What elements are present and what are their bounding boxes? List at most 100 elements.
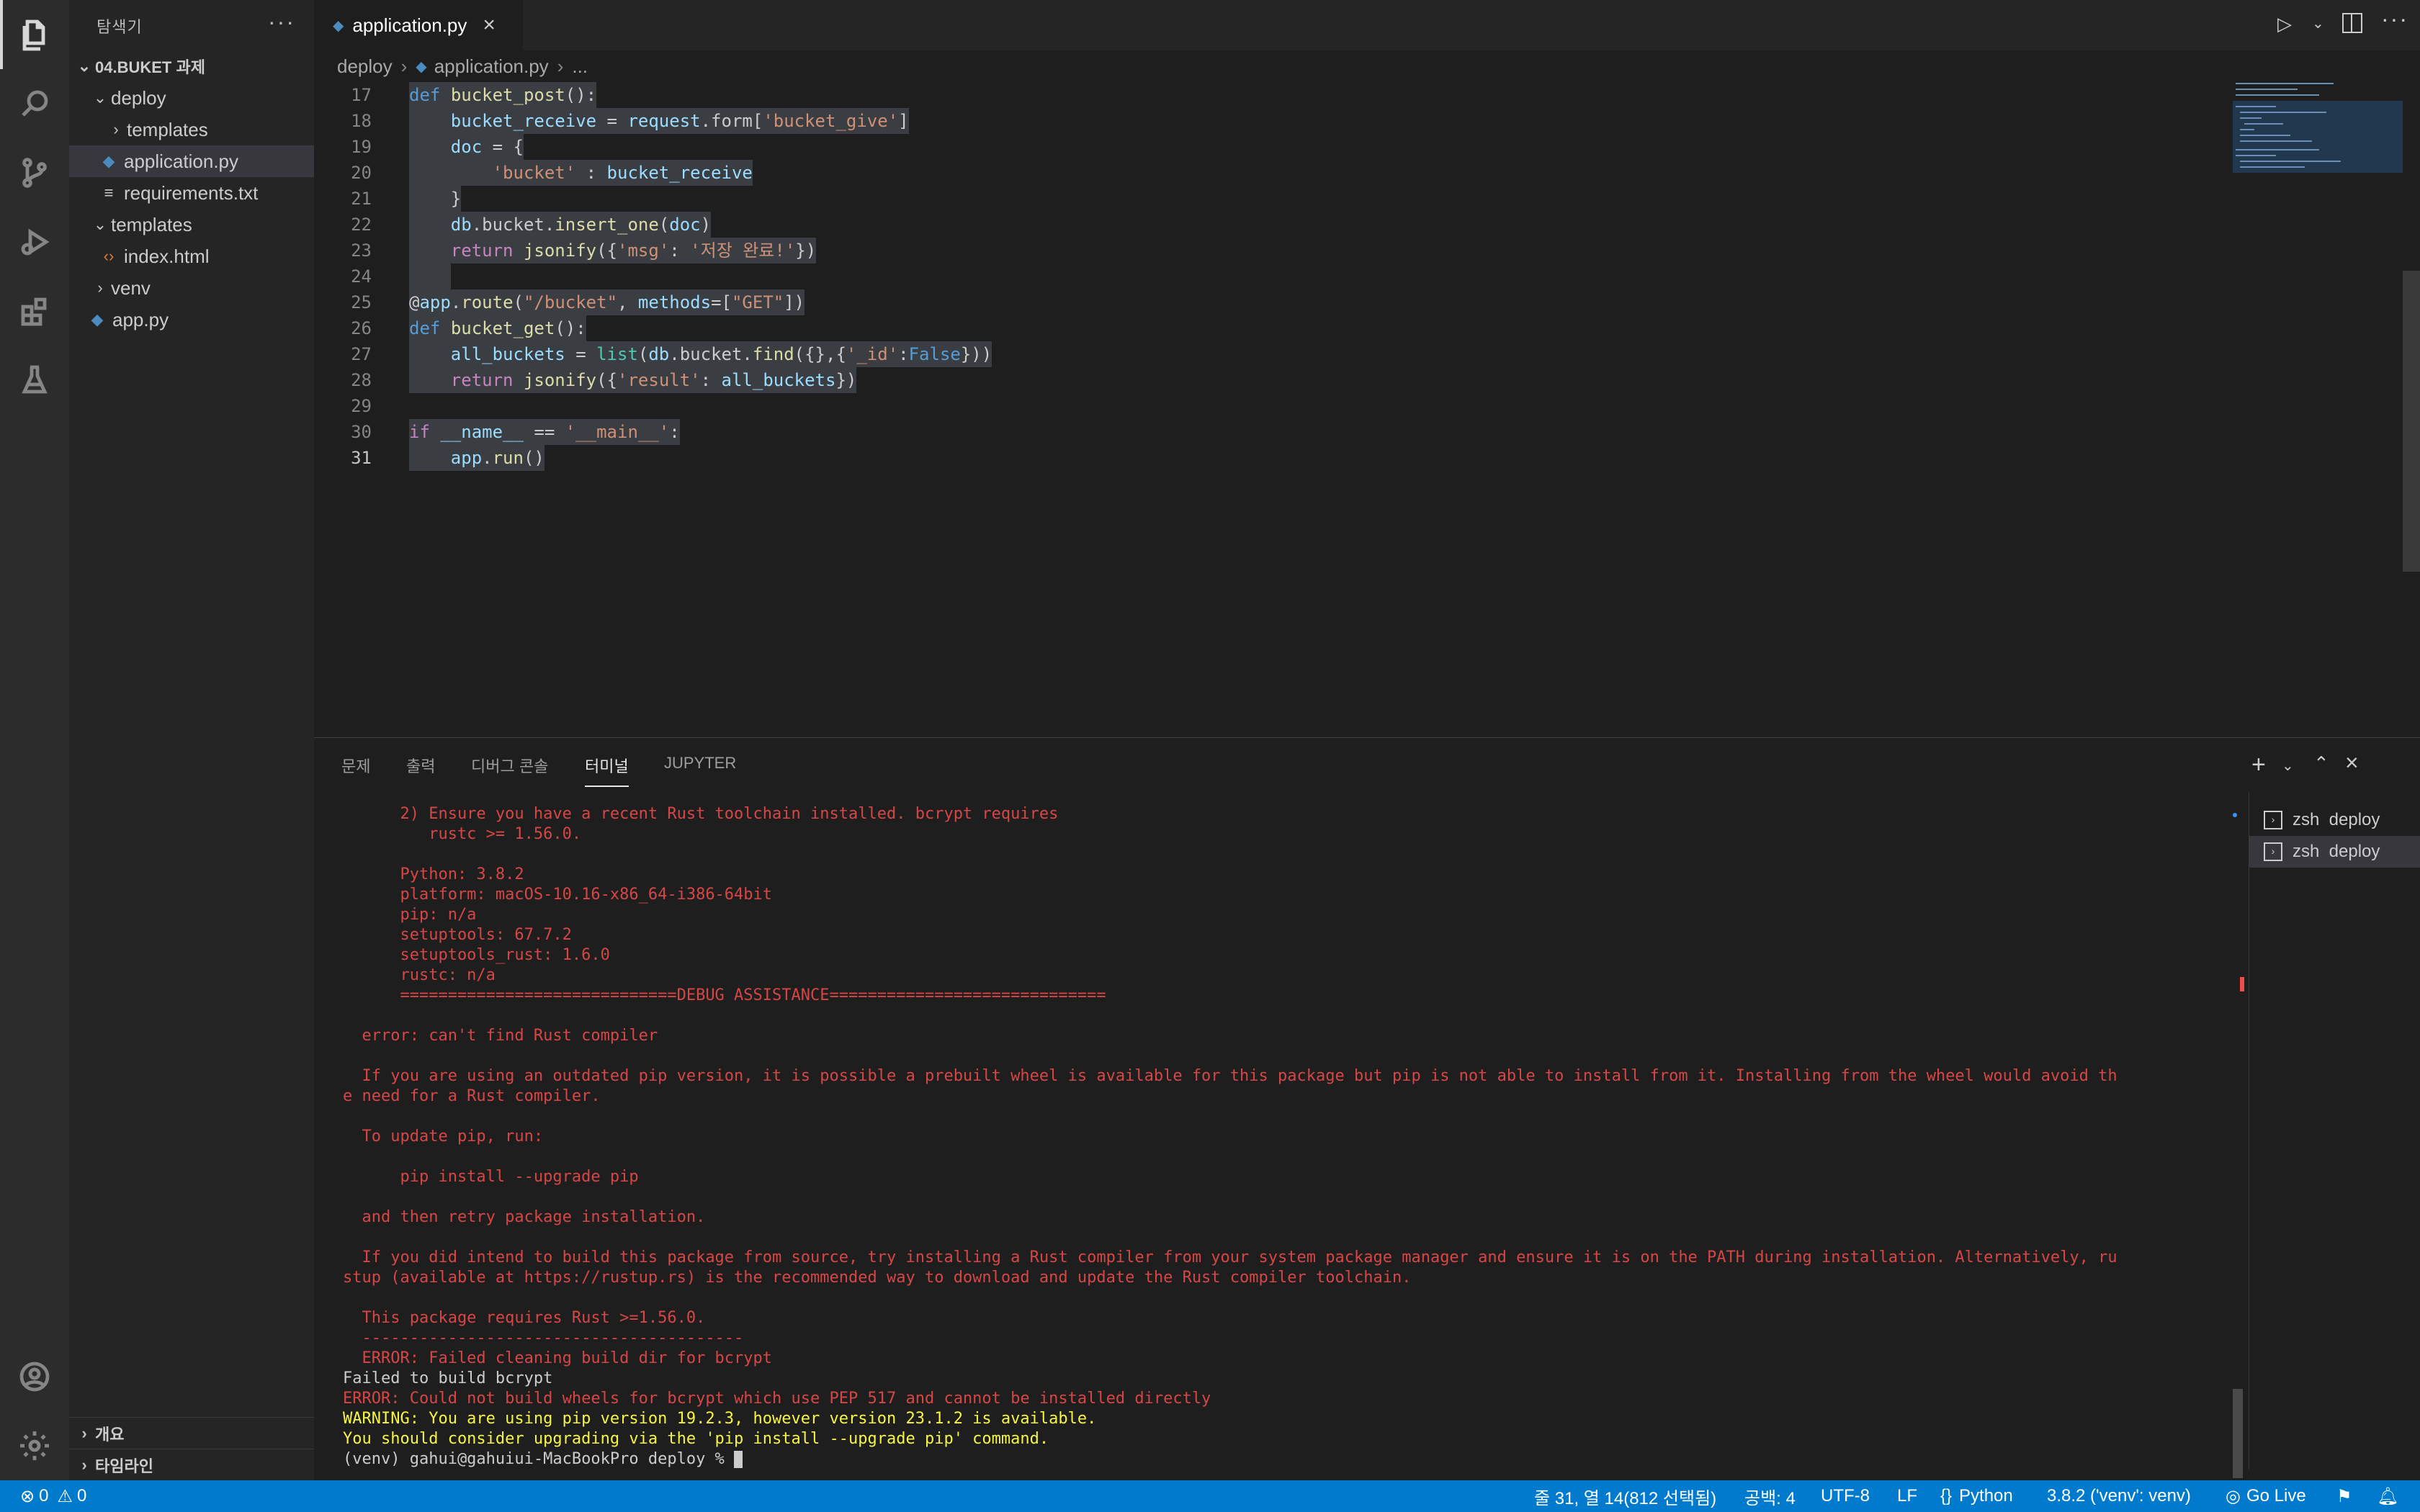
terminal-line: ERROR: Failed cleaning build dir for bcr… xyxy=(343,1349,773,1367)
minimap[interactable] xyxy=(2233,79,2403,173)
account-icon[interactable] xyxy=(0,1342,69,1411)
code-line[interactable]: 29 xyxy=(314,393,2230,419)
problems-status[interactable]: ⊗ 0 ⚠ 0 xyxy=(20,1480,86,1512)
tab-output[interactable]: 출력 xyxy=(406,754,435,786)
line-number: 20 xyxy=(351,163,372,183)
chevron-right-icon: › xyxy=(81,1456,87,1474)
code-text: db.bucket.insert_one(doc) xyxy=(409,212,712,238)
tree-item-templates-deploy[interactable]: › templates xyxy=(69,114,314,145)
breadcrumb-folder[interactable]: deploy xyxy=(337,55,393,78)
code-line[interactable]: 28 return jsonify({'result': all_buckets… xyxy=(314,367,2230,393)
breadcrumb-symbol[interactable]: ... xyxy=(572,55,588,78)
cursor-position[interactable]: 줄 31, 열 14(812 선택됨) xyxy=(1534,1480,1716,1512)
tree-item-venv[interactable]: › venv xyxy=(69,272,314,304)
tree-item-label: deploy xyxy=(111,86,166,109)
notifications-bell-icon[interactable]: 🔔︎ xyxy=(2377,1480,2398,1512)
python-file-icon: ◆ xyxy=(91,310,104,328)
code-line[interactable]: 24 xyxy=(314,264,2230,289)
terminal-line: This package requires Rust >=1.56.0. xyxy=(343,1309,706,1327)
tree-item-deploy[interactable]: ⌄ deploy xyxy=(69,82,314,114)
tree-item-index-html[interactable]: ‹› index.html xyxy=(69,240,314,272)
terminal-item[interactable]: › zsh deploy xyxy=(2249,804,2420,836)
breadcrumb-file[interactable]: application.py xyxy=(434,55,549,78)
terminal-line: pip install --upgrade pip xyxy=(343,1168,639,1186)
feedback-icon[interactable]: ⚑ xyxy=(2336,1480,2352,1512)
line-number: 17 xyxy=(351,85,372,105)
tree-item-label: requirements.txt xyxy=(124,181,259,204)
go-live-button[interactable]: ◎ Go Live xyxy=(2226,1480,2306,1512)
code-text: return jsonify({'result': all_buckets}) xyxy=(409,367,857,393)
chevron-right-icon: › xyxy=(400,55,408,77)
source-control-icon[interactable] xyxy=(0,138,69,207)
tab-terminal[interactable]: 터미널 xyxy=(585,754,629,787)
more-actions-icon[interactable]: ··· xyxy=(2381,6,2408,32)
code-line[interactable]: 18 bucket_receive = request.form['bucket… xyxy=(314,108,2230,134)
outline-section[interactable]: › 개요 xyxy=(69,1417,314,1449)
tab-application-py[interactable]: ◆ application.py × xyxy=(314,0,523,50)
terminal-list: › zsh deploy › zsh deploy xyxy=(2249,793,2420,1470)
indentation[interactable]: 공백: 4 xyxy=(1744,1480,1796,1512)
terminal-dropdown-chevron-icon[interactable]: ⌄ xyxy=(2282,757,2294,775)
code-line[interactable]: 17 def bucket_post(): xyxy=(314,82,2230,108)
code-text: def bucket_get(): xyxy=(409,315,586,341)
activity-bar xyxy=(0,0,69,1480)
line-ending[interactable]: LF xyxy=(1897,1480,1917,1512)
tree-item-templates[interactable]: ⌄ templates xyxy=(69,209,314,240)
terminal-line: WARNING: You are using pip version 19.2.… xyxy=(343,1410,1097,1428)
editor-scrollbar[interactable] xyxy=(2403,271,2420,572)
line-number: 27 xyxy=(351,344,372,364)
code-line[interactable]: 21 } xyxy=(314,186,2230,212)
explorer-icon[interactable] xyxy=(0,0,69,69)
maximize-panel-chevron-up-icon[interactable]: ⌃ xyxy=(2313,752,2329,775)
python-interpreter[interactable]: 3.8.2 ('venv': venv) xyxy=(2047,1480,2191,1512)
settings-gear-icon[interactable] xyxy=(0,1411,69,1480)
code-line[interactable]: 23 return jsonify({'msg': '저장 완료!'}) xyxy=(314,238,2230,264)
testing-icon[interactable] xyxy=(0,346,69,415)
workspace-root[interactable]: ⌄ 04.BUKET 과제 xyxy=(69,50,314,82)
run-dropdown-chevron-icon[interactable]: ⌄ xyxy=(2312,14,2324,32)
new-terminal-plus-icon[interactable]: + xyxy=(2251,751,2266,779)
code-line[interactable]: 19 doc = { xyxy=(314,134,2230,160)
timeline-section[interactable]: › 타임라인 xyxy=(69,1449,314,1481)
code-line[interactable]: 25 @app.route("/bucket", methods=["GET"]) xyxy=(314,289,2230,315)
split-editor-icon[interactable] xyxy=(2342,13,2362,33)
extensions-icon[interactable] xyxy=(0,276,69,346)
tab-problems[interactable]: 문제 xyxy=(341,754,370,786)
line-number: 19 xyxy=(351,137,372,157)
terminal-scrollbar[interactable] xyxy=(2233,1389,2243,1478)
tree-item-application-py[interactable]: ◆ application.py xyxy=(69,145,314,177)
tree-item-requirements[interactable]: ≡ requirements.txt xyxy=(69,177,314,209)
code-line[interactable]: 31 app.run() xyxy=(314,445,2230,471)
tree-item-app-py[interactable]: ◆ app.py xyxy=(69,304,314,336)
terminal-prompt[interactable]: (venv) gahui@gahuiui-MacBookPro deploy % xyxy=(343,1449,2244,1470)
code-line[interactable]: 26 def bucket_get(): xyxy=(314,315,2230,341)
code-line[interactable]: 22 db.bucket.insert_one(doc) xyxy=(314,212,2230,238)
run-python-file-icon[interactable]: ▷ xyxy=(2277,13,2292,35)
terminal-line: Python: 3.8.2 xyxy=(343,865,524,883)
run-debug-icon[interactable] xyxy=(0,207,69,276)
terminal-line: setuptools: 67.7.2 xyxy=(343,926,572,944)
code-line[interactable]: 30 if __name__ == '__main__': xyxy=(314,419,2230,445)
terminal-line: 2) Ensure you have a recent Rust toolcha… xyxy=(343,805,1059,823)
encoding[interactable]: UTF-8 xyxy=(1821,1480,1870,1512)
terminal-item[interactable]: › zsh deploy xyxy=(2249,836,2420,868)
line-number: 21 xyxy=(351,189,372,209)
code-line[interactable]: 20 'bucket' : bucket_receive xyxy=(314,160,2230,186)
terminal-line: To update pip, run: xyxy=(343,1128,544,1146)
line-number: 23 xyxy=(351,240,372,261)
outline-label: 개요 xyxy=(95,1426,125,1444)
tab-debug-console[interactable]: 디버그 콘솔 xyxy=(471,754,548,786)
code-editor[interactable]: 17 def bucket_post(): 18 bucket_receive = … xyxy=(314,82,2233,737)
chevron-down-icon: ⌄ xyxy=(93,89,107,107)
code-text: if __name__ == '__main__': xyxy=(409,419,680,445)
terminal-output[interactable]: 2) Ensure you have a recent Rust toolcha… xyxy=(343,804,2244,1470)
language-mode[interactable]: {} Python xyxy=(1940,1480,2013,1512)
close-panel-icon[interactable]: × xyxy=(2345,750,2359,776)
close-icon[interactable]: × xyxy=(483,13,496,37)
search-icon[interactable] xyxy=(0,69,69,138)
tab-jupyter[interactable]: JUPYTER xyxy=(664,754,736,786)
minimap-preview xyxy=(2233,83,2403,173)
explorer-more-button[interactable]: ··· xyxy=(268,9,295,35)
code-line[interactable]: 27 all_buckets = list(db.bucket.find({},… xyxy=(314,341,2230,367)
